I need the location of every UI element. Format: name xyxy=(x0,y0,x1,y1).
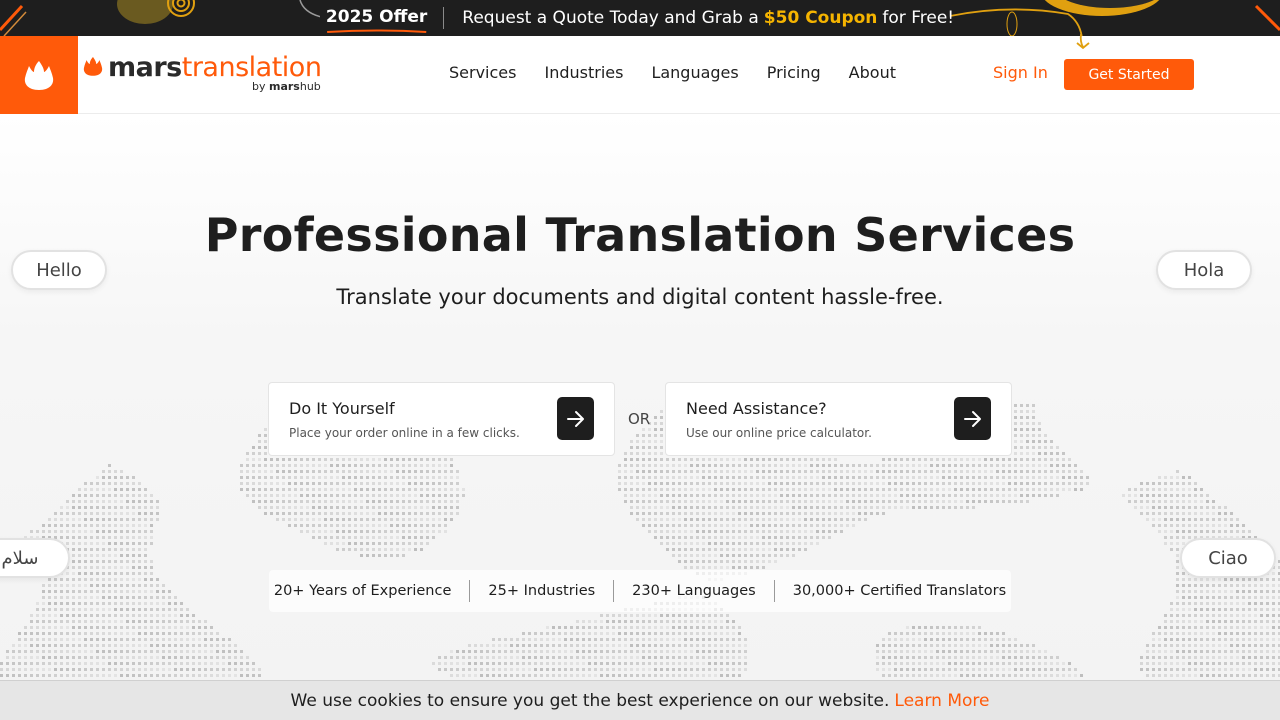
language-bubble-salam: سلام xyxy=(0,538,70,578)
site-header: marstranslation by marshub Services Indu… xyxy=(0,33,1280,114)
nav-item-industries[interactable]: Industries xyxy=(544,63,623,82)
cookie-learn-more-link[interactable]: Learn More xyxy=(894,691,989,711)
sign-in-link[interactable]: Sign In xyxy=(993,63,1048,82)
cookie-text: We use cookies to ensure you get the bes… xyxy=(290,690,890,711)
diy-card-description: Place your order online in a few clicks. xyxy=(289,426,520,440)
get-started-button[interactable]: Get Started xyxy=(1064,59,1194,90)
cookie-banner: We use cookies to ensure you get the bes… xyxy=(0,680,1280,720)
brand-by-mars: mars xyxy=(269,80,300,93)
promo-separator xyxy=(443,7,445,29)
logo-mark[interactable] xyxy=(0,36,78,114)
stat-translators: 30,000+ Certified Translators xyxy=(792,583,1007,599)
promo-text-after: for Free! xyxy=(882,8,955,28)
promo-text-before: Request a Quote Today and Grab a xyxy=(462,8,759,28)
brand-by-label: by xyxy=(252,80,266,93)
nav-item-pricing[interactable]: Pricing xyxy=(767,63,821,82)
brand-name-translation: translation xyxy=(181,52,322,83)
stat-separator xyxy=(469,580,471,602)
diy-card-title: Do It Yourself xyxy=(289,399,395,418)
arrow-right-icon xyxy=(566,410,584,427)
hero-subtitle: Translate your documents and digital con… xyxy=(336,285,944,309)
hero-title: Professional Translation Services xyxy=(204,208,1076,262)
assistance-card[interactable]: Need Assistance? Use our online price ca… xyxy=(665,382,1012,456)
nav-item-services[interactable]: Services xyxy=(449,63,516,82)
stats-bar: 20+ Years of Experience 25+ Industries 2… xyxy=(269,570,1011,612)
arrow-right-icon xyxy=(963,410,981,427)
or-divider: OR xyxy=(628,410,651,428)
flame-icon xyxy=(24,61,54,90)
promo-coupon: $50 Coupon xyxy=(763,8,878,28)
diy-card[interactable]: Do It Yourself Place your order online i… xyxy=(268,382,615,456)
stat-separator xyxy=(613,580,615,602)
stat-industries: 25+ Industries xyxy=(488,583,596,599)
assistance-card-description: Use our online price calculator. xyxy=(686,426,872,440)
promo-offer-label: 2025 Offer xyxy=(326,7,427,33)
assistance-arrow-button[interactable] xyxy=(954,397,991,440)
language-bubble-ciao: Ciao xyxy=(1180,538,1276,578)
brand-by-hub: hub xyxy=(299,80,321,93)
stat-experience: 20+ Years of Experience xyxy=(273,583,452,599)
arrow-down-icon xyxy=(1076,33,1090,50)
diy-arrow-button[interactable] xyxy=(557,397,594,440)
stat-languages: 230+ Languages xyxy=(632,583,756,599)
promo-bar[interactable]: 2025 Offer Request a Quote Today and Gra… xyxy=(0,0,1280,36)
promo-content: 2025 Offer Request a Quote Today and Gra… xyxy=(0,0,1280,36)
nav-item-languages[interactable]: Languages xyxy=(651,63,738,82)
offer-underline xyxy=(326,29,427,33)
brand-name-mars: mars xyxy=(108,52,182,83)
brand-flame-icon xyxy=(83,56,103,76)
language-bubble-hello: Hello xyxy=(11,250,107,290)
nav-item-about[interactable]: About xyxy=(849,63,896,82)
assistance-card-title: Need Assistance? xyxy=(686,399,827,418)
brand-byline: by marshub xyxy=(252,80,321,93)
language-bubble-hola: Hola xyxy=(1156,250,1252,290)
stat-separator xyxy=(773,580,775,602)
main-nav: Services Industries Languages Pricing Ab… xyxy=(449,63,896,82)
hero-section: Professional Translation Services Transl… xyxy=(0,114,1280,680)
